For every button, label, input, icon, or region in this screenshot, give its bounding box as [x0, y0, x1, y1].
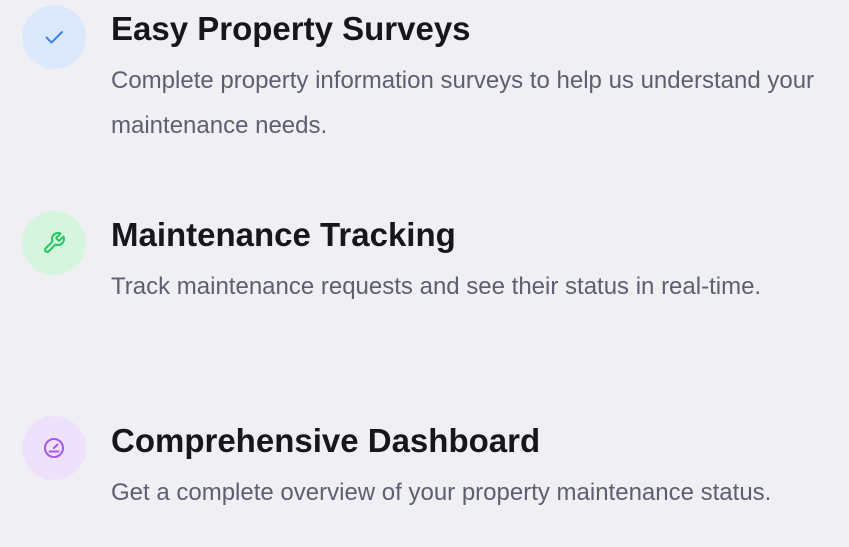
- gauge-icon: [22, 416, 86, 480]
- check-icon: [22, 5, 86, 69]
- feature-title: Comprehensive Dashboard: [111, 422, 541, 459]
- feature-list: Easy Property Surveys Complete property …: [0, 0, 849, 547]
- wrench-icon: [22, 211, 86, 275]
- feature-title: Easy Property Surveys: [111, 10, 471, 47]
- feature-description: Track maintenance requests and see their…: [111, 273, 762, 300]
- feature-description: Complete property information surveys to…: [111, 67, 815, 139]
- feature-description: Get a complete overview of your property…: [111, 479, 772, 506]
- feature-title: Maintenance Tracking: [111, 216, 456, 253]
